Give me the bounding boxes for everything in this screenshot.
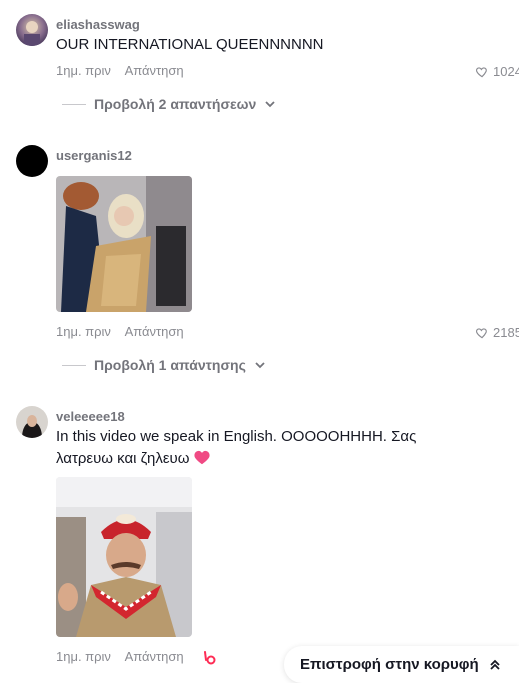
like-count: 2185 <box>493 325 519 340</box>
avatar[interactable] <box>16 406 48 438</box>
comment-text-content: In this video we speak in English. OOOOO… <box>56 428 417 467</box>
view-replies-label: Προβολή 2 απαντήσεων <box>94 96 257 112</box>
avatar[interactable] <box>16 145 48 177</box>
divider <box>62 103 86 105</box>
double-chevron-up-icon <box>490 659 500 670</box>
back-to-top-label: Επιστροφή στην κορυφή <box>300 656 479 673</box>
view-replies-button[interactable]: Προβολή 2 απαντήσεων <box>62 96 276 112</box>
avatar[interactable] <box>16 14 48 46</box>
comment-text: In this video we speak in English. OOOOO… <box>56 426 436 470</box>
back-to-top-button[interactable]: Επιστροφή στην κορυφή <box>284 646 519 683</box>
chevron-down-icon <box>265 101 275 108</box>
comment-image[interactable] <box>56 176 192 312</box>
like-button[interactable]: 1024 <box>475 64 519 79</box>
comment-time: 1ημ. πριν <box>56 324 111 339</box>
reply-button[interactable]: Απάντηση <box>125 63 184 78</box>
comment-username[interactable]: userganis12 <box>56 148 132 163</box>
reply-button[interactable]: Απάντηση <box>125 649 184 664</box>
comment-meta: 1ημ. πριν Απάντηση <box>56 63 184 78</box>
comment-meta: 1ημ. πριν Απάντηση <box>56 324 184 339</box>
like-count: 1024 <box>493 64 519 79</box>
chevron-down-icon <box>255 362 265 369</box>
comment-meta: 1ημ. πριν Απάντηση <box>56 649 184 664</box>
view-replies-button[interactable]: Προβολή 1 απάντησης <box>62 357 266 373</box>
comment-text: OUR INTERNATIONAL QUEENNNNNN <box>56 36 324 53</box>
view-replies-label: Προβολή 1 απάντησης <box>94 357 246 373</box>
like-button[interactable]: 2185 <box>475 325 519 340</box>
comment-username[interactable]: veleeeee18 <box>56 409 125 424</box>
heart-outline-icon <box>475 327 487 338</box>
comment-image[interactable] <box>56 477 192 637</box>
divider <box>62 364 86 366</box>
comment-username[interactable]: eliashasswag <box>56 17 140 32</box>
comment-time: 1ημ. πριν <box>56 649 111 664</box>
pink-heart-emoji-icon <box>194 450 210 465</box>
heart-outline-icon <box>475 66 487 77</box>
reply-button[interactable]: Απάντηση <box>125 324 184 339</box>
comment-time: 1ημ. πριν <box>56 63 111 78</box>
creator-liked-icon <box>204 651 216 665</box>
